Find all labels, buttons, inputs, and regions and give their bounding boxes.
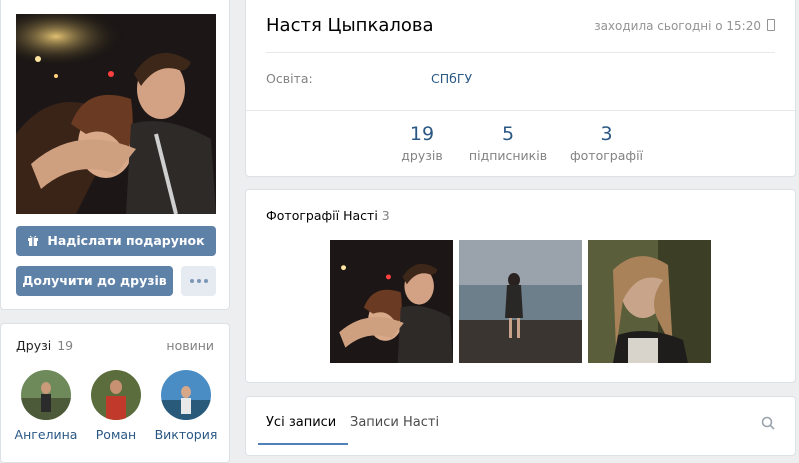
divider bbox=[266, 52, 775, 53]
profile-avatar-photo[interactable] bbox=[16, 14, 216, 214]
wall-card: Усі записи Записи Насті bbox=[245, 396, 796, 456]
friend-avatar bbox=[91, 370, 141, 420]
more-dots-icon[interactable] bbox=[181, 266, 216, 296]
friend-name: Роман bbox=[95, 427, 137, 442]
last-seen-text: заходила сьогодні о 15:20 bbox=[594, 19, 761, 33]
profile-avatar-card: Надіслати подарунок Долучити до друзів bbox=[0, 0, 230, 310]
education-link[interactable]: СПбГУ bbox=[431, 71, 472, 86]
photos-title: Фотографії Насті bbox=[266, 208, 378, 223]
counter-value: 5 bbox=[501, 123, 515, 145]
friends-title: Друзі bbox=[16, 338, 52, 353]
friend-avatar bbox=[161, 370, 211, 420]
counter-value: 3 bbox=[600, 123, 613, 145]
photos-counter[interactable]: 3 фотографії bbox=[569, 123, 644, 163]
send-gift-label: Надіслати подарунок bbox=[47, 233, 205, 248]
photo-thumbnail[interactable] bbox=[588, 240, 711, 363]
search-icon[interactable] bbox=[761, 416, 775, 430]
photo-thumbnail[interactable] bbox=[330, 240, 453, 363]
gift-icon bbox=[28, 235, 39, 246]
counter-label: підписників bbox=[468, 148, 548, 163]
counter-label: друзів bbox=[401, 148, 443, 163]
friend-avatar bbox=[21, 370, 71, 420]
add-friend-button[interactable]: Долучити до друзів bbox=[16, 266, 173, 296]
friend-item[interactable]: Роман bbox=[81, 370, 151, 442]
send-gift-button[interactable]: Надіслати подарунок bbox=[16, 226, 216, 256]
divider bbox=[246, 110, 795, 111]
friend-item[interactable]: Виктория bbox=[151, 370, 221, 442]
friends-card: Друзі 19 новини Ангелина Роман Виктория bbox=[0, 323, 230, 463]
counter-value: 19 bbox=[409, 123, 435, 145]
followers-counter[interactable]: 5 підписників bbox=[466, 123, 550, 163]
last-seen-status: заходила сьогодні о 15:20 bbox=[594, 19, 775, 33]
photos-count: 3 bbox=[381, 208, 390, 223]
friends-news-link[interactable]: новини bbox=[166, 338, 214, 353]
friends-header[interactable]: Друзі 19 bbox=[16, 338, 73, 353]
page-title: Настя Цыпкалова bbox=[266, 15, 434, 36]
friend-name: Виктория bbox=[154, 427, 218, 442]
photos-card: Фотографії Насті 3 bbox=[245, 189, 796, 383]
profile-info-card: Настя Цыпкалова заходила сьогодні о 15:2… bbox=[245, 0, 796, 177]
tab-all-posts[interactable]: Усі записи bbox=[266, 415, 336, 430]
friends-count: 19 bbox=[57, 338, 74, 353]
photo-thumbnail[interactable] bbox=[459, 240, 582, 363]
education-label: Освіта: bbox=[266, 71, 313, 86]
friend-name: Ангелина bbox=[14, 427, 78, 442]
tab-own-posts[interactable]: Записи Насті bbox=[350, 415, 439, 430]
counter-label: фотографії bbox=[569, 148, 644, 163]
photos-header[interactable]: Фотографії Насті 3 bbox=[266, 208, 390, 223]
friends-counter[interactable]: 19 друзів bbox=[397, 123, 447, 163]
friend-item[interactable]: Ангелина bbox=[11, 370, 81, 442]
mobile-phone-icon bbox=[767, 19, 775, 31]
